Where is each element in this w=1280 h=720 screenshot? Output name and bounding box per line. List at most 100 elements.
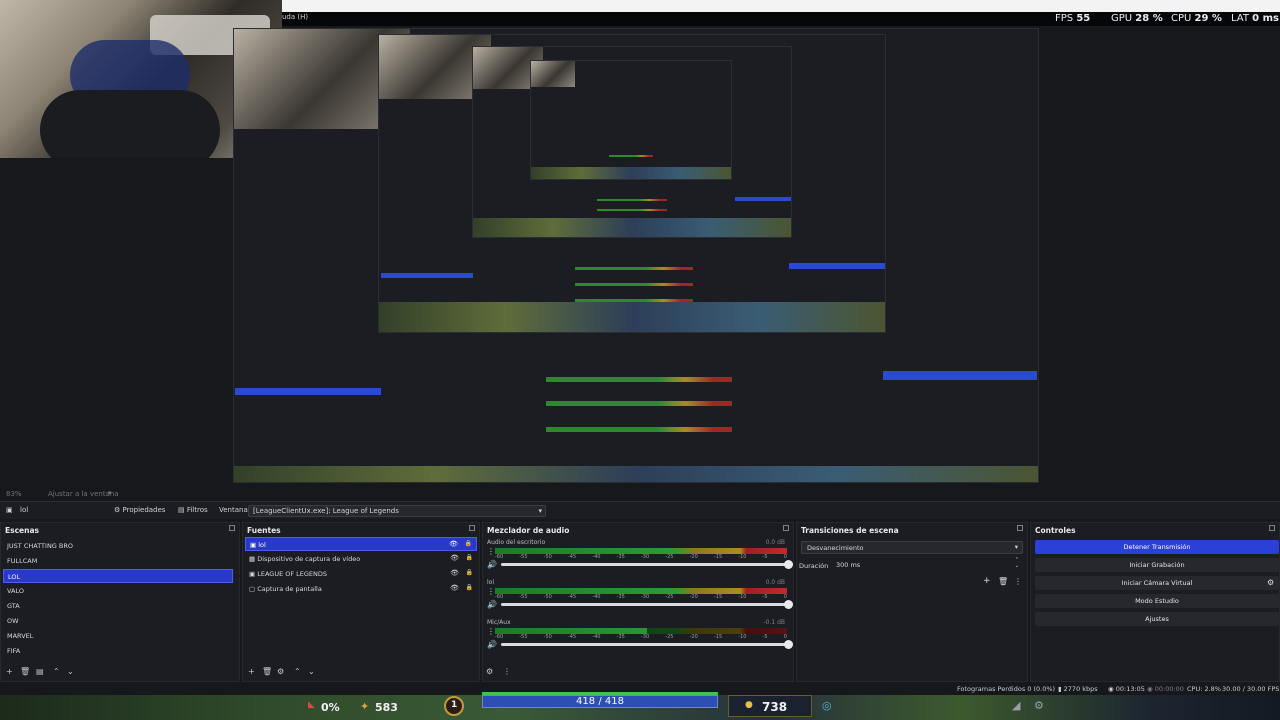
slider-knob[interactable]	[784, 560, 793, 569]
add-transition-button[interactable]: +	[983, 576, 991, 586]
channel-menu-icon[interactable]: ⋮	[487, 547, 495, 556]
lock-icon[interactable]: 🔒	[466, 554, 473, 561]
source-down-button[interactable]: ⌄	[308, 667, 315, 676]
mixer-settings-icon[interactable]: ⚙	[486, 667, 493, 676]
source-type-icon: ▦	[249, 555, 258, 563]
hud-gold-small: 583	[375, 701, 398, 714]
ward-icon: ◎	[822, 699, 832, 712]
scene-item[interactable]: LOL	[3, 569, 233, 583]
fps-readout: 30.00 / 30.00 FPS	[1222, 685, 1280, 693]
start-recording-button[interactable]: Iniciar Grabación	[1035, 558, 1279, 572]
duration-label: Duración	[799, 562, 829, 570]
hud-gold: 738	[762, 700, 788, 714]
start-virtual-camera-button[interactable]: Iniciar Cámara Virtual	[1035, 576, 1279, 590]
meter-tick-label: -20	[689, 594, 698, 600]
channel-name: Mic/Aux	[487, 619, 511, 626]
selected-source-name: lol	[20, 506, 29, 514]
speaker-icon[interactable]: 🔊	[487, 560, 497, 569]
stop-streaming-button[interactable]: Detener Transmisión	[1035, 540, 1279, 554]
speaker-icon[interactable]: 🔊	[487, 640, 497, 649]
sources-title: Fuentes	[247, 526, 281, 535]
scene-item[interactable]: MARVEL	[3, 629, 233, 643]
dropped-frames: Fotogramas Perdidos 0 (0.0%)	[957, 685, 1056, 693]
visibility-eye-icon[interactable]: 👁	[450, 569, 459, 577]
add-source-button[interactable]: +	[248, 667, 255, 676]
dock-undock-icon[interactable]	[229, 525, 235, 531]
channel-db: 0.0 dB	[765, 579, 785, 586]
mixer-menu-icon[interactable]: ⋮	[503, 667, 511, 676]
lock-icon[interactable]: 🔒	[465, 540, 472, 547]
source-properties-bar: ▣ lol ⚙ Propiedades ▤ Filtros Ventana [L…	[0, 501, 1280, 519]
remove-source-button[interactable]: 🗑	[262, 667, 272, 676]
properties-button[interactable]: ⚙ Propiedades	[114, 506, 165, 514]
slider-knob[interactable]	[784, 600, 793, 609]
settings-button[interactable]: Ajustes	[1035, 612, 1279, 626]
meter-tick-label: -45	[567, 634, 577, 640]
meter-tick-label: -10	[738, 554, 747, 560]
speaker-icon[interactable]: 🔊	[487, 600, 497, 609]
hud-mana: 418 / 418	[576, 696, 624, 707]
volume-slider[interactable]	[501, 600, 793, 609]
stepper-icon[interactable]: ⌃ ⌄	[1015, 557, 1019, 569]
source-item[interactable]: ▣ lol 👁 🔒	[245, 537, 477, 551]
meter-tick-label: -5	[762, 554, 768, 560]
window-select[interactable]: [LeagueClientUx.exe]: League of Legends …	[248, 505, 546, 517]
meter-ticks: -60 -55 -50 -45 -40 -35 -30 -25 -20 -15 -10 -5 0	[495, 634, 787, 641]
zoom-level[interactable]: 83%	[6, 490, 22, 498]
scene-filters-button[interactable]: ▤	[36, 667, 44, 676]
meter-tick-label: -15	[713, 554, 723, 560]
source-item[interactable]: ▢ Captura de pantalla 👁 🔒	[245, 582, 477, 596]
chevron-down-icon[interactable]: ▾	[108, 489, 112, 497]
meter-tick-label: -40	[592, 594, 601, 600]
source-item[interactable]: ▦ Dispositivo de captura de vídeo 👁 🔒	[245, 552, 477, 566]
virtual-camera-settings-icon[interactable]: ⚙	[1267, 578, 1274, 587]
controls-title: Controles	[1035, 526, 1076, 535]
studio-mode-button[interactable]: Modo Estudio	[1035, 594, 1279, 608]
meter-tick-label: -40	[592, 554, 601, 560]
dock-undock-icon[interactable]	[1269, 525, 1275, 531]
filters-button[interactable]: ▤ Filtros	[178, 506, 208, 514]
remove-transition-button[interactable]: 🗑	[998, 577, 1008, 586]
scene-item[interactable]: OW	[3, 614, 233, 628]
meter-tick-label: -55	[519, 594, 528, 600]
scene-item[interactable]: FIFA	[3, 644, 233, 658]
source-item[interactable]: ▣ LEAGUE OF LEGENDS 👁 🔒	[245, 567, 477, 581]
dock-undock-icon[interactable]	[1017, 525, 1023, 531]
dock-undock-icon[interactable]	[783, 525, 789, 531]
cpu-stat: CPU 29 %	[1171, 13, 1222, 24]
game-hud: ◣ 0% ✦ 583 1 418 / 418 ● 738 ◎ ◢ ⚙	[0, 692, 1280, 720]
channel-menu-icon[interactable]: ⋮	[487, 627, 495, 636]
mixer-channel: Mic/Aux -0.1 dB ⋮ -60 -55 -50 -45 -40 -35 -30 -25-…	[487, 619, 793, 655]
visibility-eye-icon[interactable]: 👁	[449, 540, 458, 548]
transition-select[interactable]: Desvanecimiento ▾	[801, 541, 1023, 554]
minion-icon: ✦	[360, 700, 370, 713]
visibility-eye-icon[interactable]: 👁	[450, 584, 459, 592]
source-window-icon: ▣	[6, 506, 13, 514]
remove-scene-button[interactable]: 🗑	[20, 667, 30, 676]
meter-tick-label: -45	[567, 594, 577, 600]
channel-db: 0.0 dB	[765, 539, 785, 546]
scene-item[interactable]: FULLCAM	[3, 554, 233, 568]
meter-tick-label: -40	[592, 634, 601, 640]
scene-item[interactable]: GTA	[3, 599, 233, 613]
scene-item[interactable]: VALO	[3, 584, 233, 598]
dock-undock-icon[interactable]	[469, 525, 475, 531]
scene-item[interactable]: JUST CHATTING BRO	[3, 539, 233, 553]
transition-menu-icon[interactable]: ⋮	[1014, 577, 1022, 586]
move-up-button[interactable]: ⌃	[53, 667, 60, 676]
duration-input[interactable]: 300 ms ⌃ ⌄	[831, 557, 1023, 572]
channel-menu-icon[interactable]: ⋮	[487, 587, 495, 596]
lock-icon[interactable]: 🔒	[466, 584, 473, 591]
source-up-button[interactable]: ⌃	[294, 667, 301, 676]
lock-icon[interactable]: 🔒	[466, 569, 473, 576]
volume-slider[interactable]	[501, 560, 793, 569]
volume-slider[interactable]	[501, 640, 793, 649]
visibility-eye-icon[interactable]: 👁	[450, 554, 459, 562]
move-down-button[interactable]: ⌄	[67, 667, 74, 676]
audio-mixer-dock: Mezclador de audio Audio del escritorio 0…	[482, 522, 794, 682]
filters-label: Filtros	[186, 506, 208, 514]
slider-knob[interactable]	[784, 640, 793, 649]
meter-tick-label: -45	[567, 554, 577, 560]
add-scene-button[interactable]: +	[6, 667, 13, 676]
source-settings-button[interactable]: ⚙	[277, 667, 284, 676]
